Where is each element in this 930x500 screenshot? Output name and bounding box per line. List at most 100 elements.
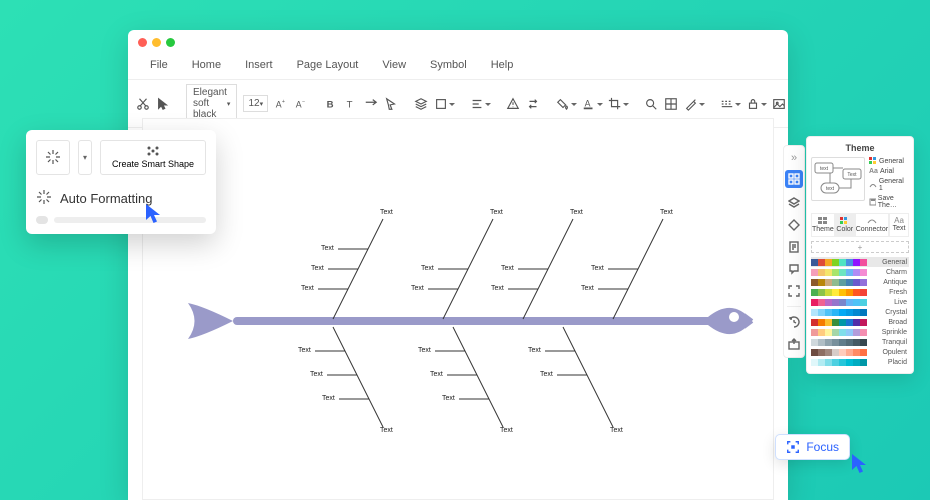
menu-view[interactable]: View xyxy=(370,57,418,73)
rail-pages-button[interactable] xyxy=(787,240,801,254)
shapes-icon[interactable] xyxy=(434,97,448,111)
svg-text:text: text xyxy=(826,186,835,192)
rail-resize-button[interactable] xyxy=(787,284,801,298)
close-window-button[interactable] xyxy=(138,38,147,47)
menu-help[interactable]: Help xyxy=(479,57,526,73)
menu-page-layout[interactable]: Page Layout xyxy=(285,57,371,73)
sparkle-dropdown-button[interactable]: ▾ xyxy=(78,140,92,175)
theme-connector-row[interactable]: General 1 xyxy=(869,178,909,192)
image-icon[interactable] xyxy=(772,97,786,111)
pointer-icon[interactable] xyxy=(384,97,398,111)
create-smart-shape-button[interactable]: Create Smart Shape xyxy=(100,140,206,175)
bone-label[interactable]: Text xyxy=(322,395,335,402)
bone-label[interactable]: Text xyxy=(660,209,673,216)
color-scheme-row[interactable]: Charm xyxy=(811,267,909,277)
rail-history-button[interactable] xyxy=(787,315,801,329)
bone-label[interactable]: Text xyxy=(540,371,553,378)
theme-save-row[interactable]: Save The… xyxy=(869,195,909,209)
grid-icon[interactable] xyxy=(664,97,678,111)
color-scheme-row[interactable]: Placid xyxy=(811,357,909,367)
lock-icon[interactable] xyxy=(746,97,760,111)
maximize-window-button[interactable] xyxy=(166,38,175,47)
bone-label[interactable]: Text xyxy=(380,209,393,216)
search-icon[interactable] xyxy=(644,97,658,111)
color-scheme-row[interactable]: Sprinkle xyxy=(811,327,909,337)
color-scheme-row[interactable]: Live xyxy=(811,297,909,307)
cut-icon[interactable] xyxy=(136,97,150,111)
canvas[interactable]: Text Text Text Text Text Text Text Text … xyxy=(142,118,774,500)
theme-tab-text[interactable]: Aa Text xyxy=(889,213,909,237)
menu-home[interactable]: Home xyxy=(180,57,233,73)
theme-tab-connector[interactable]: Connector xyxy=(855,213,889,237)
bone-label[interactable]: Text xyxy=(591,265,604,272)
warning-icon[interactable] xyxy=(506,97,520,111)
bone-label[interactable]: Text xyxy=(528,347,541,354)
theme-tab-color[interactable]: Color xyxy=(835,213,855,237)
decrease-font-icon[interactable]: A− xyxy=(294,97,308,111)
svg-text:T: T xyxy=(347,99,353,110)
add-scheme-button[interactable]: + xyxy=(811,241,909,253)
window-controls xyxy=(128,30,788,55)
rail-comments-button[interactable] xyxy=(787,262,801,276)
bone-label[interactable]: Text xyxy=(310,371,323,378)
bone-label[interactable]: Text xyxy=(301,285,314,292)
focus-button[interactable]: Focus xyxy=(775,434,850,460)
menu-symbol[interactable]: Symbol xyxy=(418,57,479,73)
line-style-icon[interactable] xyxy=(720,97,734,111)
theme-tab-theme[interactable]: Theme xyxy=(811,213,835,237)
bone-label[interactable]: Text xyxy=(430,371,443,378)
bone-label[interactable]: Text xyxy=(610,427,623,434)
bone-label[interactable]: Text xyxy=(411,285,424,292)
color-scheme-row[interactable]: General xyxy=(811,257,909,267)
layers-icon[interactable] xyxy=(414,97,428,111)
color-scheme-row[interactable]: Tranquil xyxy=(811,337,909,347)
theme-general-row[interactable]: General xyxy=(869,157,909,165)
minimize-window-button[interactable] xyxy=(152,38,161,47)
color-scheme-row[interactable]: Broad xyxy=(811,317,909,327)
swap-icon[interactable] xyxy=(526,97,540,111)
sparkle-icon xyxy=(36,189,52,208)
theme-preview[interactable]: text Text text xyxy=(811,157,865,201)
bone-label[interactable]: Text xyxy=(298,347,311,354)
bone-label[interactable]: Text xyxy=(321,245,334,252)
sparkle-tool-button[interactable] xyxy=(36,140,70,175)
bone-label[interactable]: Text xyxy=(380,427,393,434)
fill-color-icon[interactable] xyxy=(556,97,570,111)
bone-label[interactable]: Text xyxy=(418,347,431,354)
color-scheme-row[interactable]: Opulent xyxy=(811,347,909,357)
bone-label[interactable]: Text xyxy=(311,265,324,272)
expand-panel-button[interactable]: » xyxy=(787,152,801,162)
theme-font-row[interactable]: AaArial xyxy=(869,168,909,175)
bone-label[interactable]: Text xyxy=(570,209,583,216)
text-color-icon[interactable]: A xyxy=(582,97,596,111)
svg-text:Text: Text xyxy=(847,172,857,178)
svg-text:B: B xyxy=(327,99,334,110)
increase-font-icon[interactable]: A+ xyxy=(274,97,288,111)
connector-icon[interactable] xyxy=(364,97,378,111)
bone-label[interactable]: Text xyxy=(491,285,504,292)
pen-icon[interactable] xyxy=(684,97,698,111)
rail-export-button[interactable] xyxy=(787,337,801,351)
font-size-select[interactable]: 12▾ xyxy=(243,95,268,112)
color-scheme-row[interactable]: Antique xyxy=(811,277,909,287)
bone-label[interactable]: Text xyxy=(581,285,594,292)
text-tool-icon[interactable]: T xyxy=(344,97,358,111)
bone-label[interactable]: Text xyxy=(442,395,455,402)
svg-text:+: + xyxy=(282,99,285,105)
rail-theme-button[interactable] xyxy=(785,170,803,188)
rail-layers-button[interactable] xyxy=(787,196,801,210)
auto-format-slider[interactable] xyxy=(36,216,206,224)
menu-insert[interactable]: Insert xyxy=(233,57,285,73)
bone-label[interactable]: Text xyxy=(421,265,434,272)
bone-label[interactable]: Text xyxy=(501,265,514,272)
bold-icon[interactable]: B xyxy=(324,97,338,111)
color-scheme-row[interactable]: Crystal xyxy=(811,307,909,317)
color-scheme-row[interactable]: Fresh xyxy=(811,287,909,297)
bone-label[interactable]: Text xyxy=(490,209,503,216)
bone-label[interactable]: Text xyxy=(500,427,513,434)
cursor-icon[interactable] xyxy=(156,97,170,111)
menu-file[interactable]: File xyxy=(138,57,180,73)
rail-shapes-button[interactable] xyxy=(787,218,801,232)
align-icon[interactable] xyxy=(470,97,484,111)
crop-icon[interactable] xyxy=(608,97,622,111)
